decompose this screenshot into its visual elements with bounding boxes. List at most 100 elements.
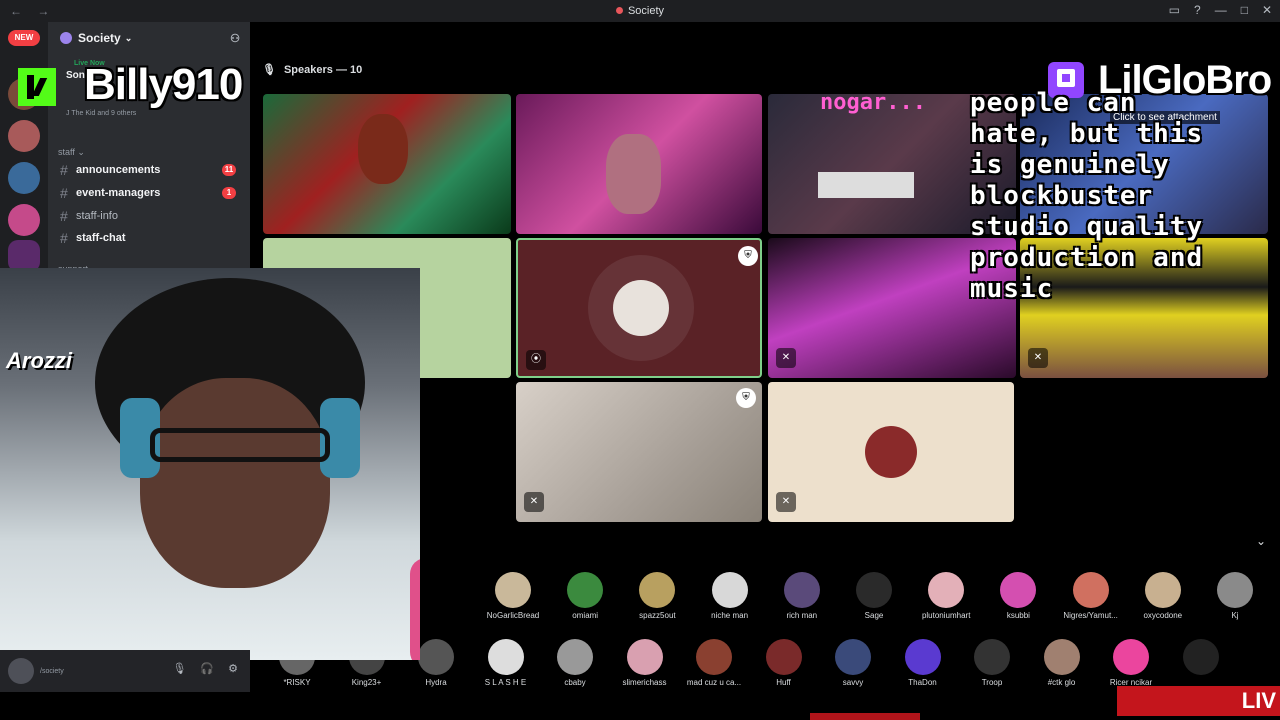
avatar [856, 572, 892, 608]
headphones-icon[interactable]: 🎧 [200, 662, 214, 675]
microphone-icon: 🎙 [262, 64, 276, 76]
audience-member[interactable]: Nigres/Yamut... [1055, 572, 1127, 620]
audience-member[interactable]: S L A S H E [470, 639, 542, 687]
channel-staff-chat[interactable]: # staff-chat [60, 228, 242, 248]
chat-caption: people can hate, but this is genuinely b… [970, 88, 1270, 305]
audience-member[interactable]: plutoniumhart [910, 572, 982, 620]
channel-announcements[interactable]: # announcements 11 [60, 160, 242, 180]
window-title-text: Society [627, 5, 665, 17]
speaker-tile[interactable] [263, 94, 511, 234]
channel-staff-info[interactable]: # staff-info [60, 206, 242, 226]
speaker-tile[interactable]: ⛨ ⦿ [516, 238, 762, 378]
audience-name: omiami [572, 611, 599, 620]
avatar [1043, 639, 1080, 675]
shield-icon: ⛨ [738, 246, 758, 266]
channel-event-managers[interactable]: # event-managers 1 [60, 183, 242, 203]
chevron-down-icon[interactable]: ⌄ [1256, 534, 1266, 548]
audience-member[interactable]: oxycodone [1127, 572, 1199, 620]
minimize-button[interactable]: — [1215, 3, 1227, 17]
audience-member[interactable]: mad cuz u ca... [678, 639, 750, 687]
mic-muted-icon: ✕ [1028, 348, 1048, 368]
mic-muted-icon: ✕ [524, 492, 544, 512]
caption-line: production and [970, 243, 1204, 273]
caption-line: music [970, 274, 1054, 304]
avatar [904, 639, 941, 675]
hash-icon: # [60, 185, 68, 201]
microphone-icon [410, 558, 420, 660]
audience-member[interactable]: niche man [694, 572, 766, 620]
avatar [974, 639, 1010, 675]
maximize-button[interactable]: □ [1241, 3, 1248, 17]
audience-member[interactable]: Troop [956, 639, 1028, 687]
audience-member[interactable]: #ctk glo [1026, 639, 1098, 687]
server-header[interactable]: Society ⌄ ⚇ [48, 22, 250, 54]
kick-streamer-name: Billy910 [84, 60, 243, 109]
chair-brand-text: Arozzi [6, 348, 72, 373]
mention-badge: 1 [222, 187, 236, 199]
audience-name: Huff [776, 678, 791, 687]
video-feed [358, 114, 408, 184]
server-icon[interactable] [8, 162, 40, 194]
audience-member[interactable]: Kj [1199, 572, 1271, 620]
audience-name: #ctk glo [1047, 678, 1076, 687]
audience-name: King23+ [351, 678, 382, 687]
speaker-tile[interactable] [516, 94, 762, 234]
avatar [1113, 639, 1149, 675]
speakers-header: 🎙 Speakers — 10 [262, 63, 363, 77]
audience-member[interactable]: spazz5out [621, 572, 693, 620]
add-member-icon[interactable]: ⚇ [230, 32, 240, 45]
audience-member[interactable]: slimerichass [609, 639, 681, 687]
speaker-tile[interactable]: ✕ [768, 382, 1014, 522]
audience-name: plutoniumhart [921, 611, 971, 620]
mic-muted-icon: ✕ [776, 348, 796, 368]
red-strip [810, 713, 920, 720]
audience-member[interactable]: rich man [766, 572, 838, 620]
avatar [487, 639, 524, 675]
avatar [495, 572, 531, 608]
audience-name: cbaby [564, 678, 586, 687]
audience-member[interactable]: omiami [549, 572, 621, 620]
speakers-label: Speakers — 10 [283, 63, 363, 76]
server-icon[interactable] [8, 120, 40, 152]
avatar [835, 639, 871, 675]
avatar[interactable] [8, 658, 34, 684]
avatar [626, 639, 663, 675]
server-name: Society [78, 31, 121, 45]
shield-icon: ⛨ [736, 388, 756, 408]
audience-member[interactable]: ksubbi [982, 572, 1054, 620]
caption-line: hate, but this [970, 119, 1204, 149]
speaker-tile[interactable]: ⛨ ✕ [516, 382, 762, 522]
audience-member[interactable]: Huff [748, 639, 820, 687]
avatar [613, 280, 669, 336]
inbox-icon[interactable]: ▭ [1169, 3, 1180, 17]
audience-member[interactable] [1165, 639, 1237, 678]
glasses-icon [150, 428, 330, 462]
audience-name: niche man [711, 611, 749, 620]
audience-name: ksubbi [1006, 611, 1030, 620]
audience-name: Hydra [425, 678, 447, 687]
audience-name: savvy [842, 678, 864, 687]
audience-member[interactable]: cbaby [539, 639, 611, 687]
audience-member[interactable]: Sage [838, 572, 910, 620]
avatar [639, 572, 676, 608]
avatar [557, 639, 593, 675]
close-button[interactable]: ✕ [1262, 3, 1272, 17]
server-icon [60, 32, 72, 44]
audience-member[interactable]: NoGarlicBread [477, 572, 549, 620]
audience-member[interactable]: ThaDon [887, 639, 959, 687]
screen-share [818, 172, 914, 198]
avatar [567, 572, 604, 608]
audience-member[interactable]: savvy [817, 639, 889, 687]
gear-icon[interactable]: ⚙ [228, 662, 238, 675]
audience-name: oxycodone [1143, 611, 1183, 620]
audience-name: spazz5out [639, 611, 676, 620]
caption-line: is genuinely [970, 150, 1170, 180]
chevron-down-icon: ⌄ [124, 32, 133, 43]
server-icon[interactable] [8, 204, 40, 236]
category-staff[interactable]: staff ⌄ [58, 147, 85, 158]
kick-logo-icon [18, 68, 56, 106]
category-label: staff [58, 147, 75, 157]
microphone-icon[interactable]: 🎙 [172, 662, 186, 675]
audience-member[interactable]: Ricer ncikar [1095, 639, 1167, 687]
help-icon[interactable]: ? [1194, 3, 1201, 17]
